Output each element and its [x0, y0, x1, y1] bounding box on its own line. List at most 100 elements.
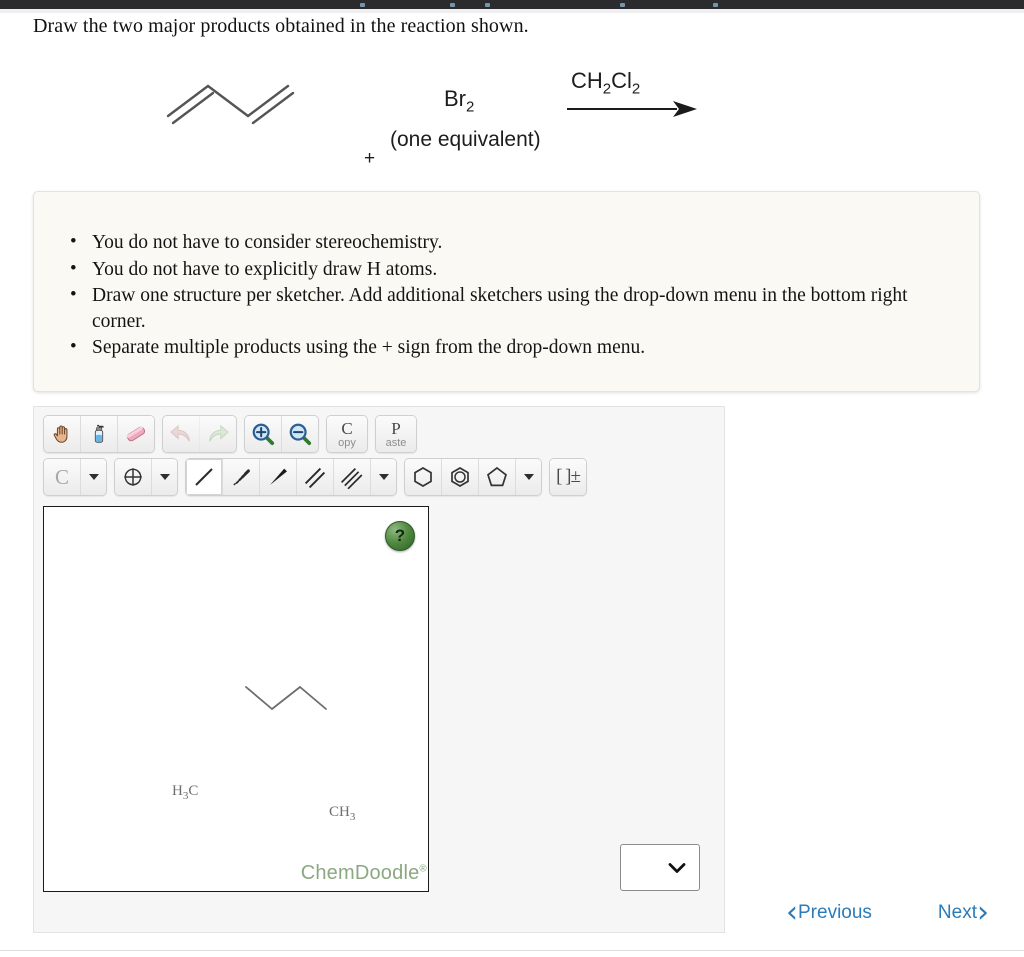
toolbar-group-pan-erase — [43, 415, 155, 453]
sketcher-mode-select[interactable] — [620, 844, 700, 891]
equivalents-note: (one equivalent) — [390, 128, 541, 151]
zoom-in-icon — [252, 423, 275, 446]
toolbar-group-zoom — [244, 415, 319, 453]
instructions-callout: You do not have to consider stereochemis… — [33, 191, 980, 392]
zoom-out-icon — [289, 423, 312, 446]
paste-button-initial: P — [391, 418, 401, 438]
solvent-label: CH2Cl2 — [571, 68, 640, 97]
single-bond-button[interactable] — [186, 459, 223, 495]
undo-button[interactable] — [163, 416, 200, 452]
previous-button[interactable]: Previous — [798, 902, 872, 924]
help-button[interactable]: ? — [385, 521, 415, 551]
toolbar-group-atom: C — [43, 458, 107, 496]
copy-button-label: opy — [338, 436, 356, 449]
triple-bond-icon — [340, 467, 363, 489]
plus-circle-icon — [124, 468, 142, 486]
chemdoodle-sketcher-panel: C opy P aste C []± ? H3C CH3 ChemDoodle… — [33, 406, 725, 933]
atom-label-text: C — [54, 464, 69, 489]
eraser-icon — [126, 426, 146, 442]
atom-label-button[interactable]: C — [44, 459, 81, 495]
redo-icon — [209, 424, 229, 442]
zoom-out-button[interactable] — [282, 416, 318, 452]
paste-button-label: aste — [385, 436, 407, 449]
solvent-part1: CH — [571, 68, 603, 93]
drawn-butane-bonds — [245, 686, 327, 710]
cyclohexane-ring-icon — [414, 467, 432, 487]
toolbar-group-undo-redo — [162, 415, 237, 453]
browser-tab-indicator — [360, 3, 365, 7]
chemdoodle-watermark: ChemDoodle® — [301, 862, 427, 885]
solvent-sub2: 2 — [631, 80, 641, 98]
chevron-down-icon — [523, 474, 534, 480]
solid-wedge-bond-icon — [270, 468, 287, 485]
clear-bottle-icon — [94, 424, 104, 443]
page-bottom-divider — [0, 950, 1024, 951]
add-atom-dropdown-button[interactable] — [152, 459, 177, 495]
paste-button[interactable]: P aste — [376, 416, 416, 452]
previous-chevron-icon[interactable]: ‹ — [786, 898, 798, 928]
instruction-item: You do not have to consider stereochemis… — [70, 229, 952, 256]
solvent-sub1: 2 — [602, 80, 612, 98]
cyclopentane-ring-icon — [487, 466, 507, 487]
reaction-arrow-icon — [567, 101, 697, 117]
charge-bracket-label: [ ]± — [556, 466, 581, 487]
bond-dropdown-button[interactable] — [371, 459, 396, 495]
triple-bond-button[interactable] — [334, 459, 371, 495]
chevron-down-icon — [159, 474, 170, 480]
browser-tab-indicator — [620, 3, 625, 7]
butane-left-h: H — [172, 783, 183, 799]
browser-tab-indicator — [713, 3, 718, 7]
pan-hand-button[interactable] — [44, 416, 81, 452]
toolbar-group-charge — [114, 458, 178, 496]
sketcher-toolbar-row-1: C opy P aste — [43, 415, 424, 453]
chevron-down-icon — [378, 474, 389, 480]
sketcher-canvas[interactable]: ? H3C CH3 ChemDoodle® — [43, 506, 429, 892]
redo-button[interactable] — [200, 416, 236, 452]
benzene-ring-button[interactable] — [442, 459, 479, 495]
undo-icon — [170, 424, 190, 442]
clear-canvas-button[interactable] — [81, 416, 118, 452]
next-chevron-icon[interactable]: › — [977, 898, 989, 928]
cyclopentane-ring-button[interactable] — [479, 459, 516, 495]
instruction-item: Separate multiple products using the + s… — [70, 334, 952, 361]
hashed-wedge-bond-icon — [233, 469, 250, 486]
reagent-label: Br2 — [444, 86, 474, 115]
instruction-item: Draw one structure per sketcher. Add add… — [70, 282, 952, 334]
atom-dropdown-button[interactable] — [81, 459, 106, 495]
solid-wedge-bond-button[interactable] — [260, 459, 297, 495]
cyclohexane-ring-button[interactable] — [405, 459, 442, 495]
toolbar-group-charge-tool: [ ]± — [549, 458, 587, 496]
double-bond-button[interactable] — [297, 459, 334, 495]
copy-button[interactable]: C opy — [327, 416, 367, 452]
add-atom-button[interactable] — [115, 459, 152, 495]
ring-dropdown-button[interactable] — [516, 459, 541, 495]
butane-right-label: CH3 — [329, 804, 355, 823]
next-button[interactable]: Next — [938, 902, 977, 924]
reagent-subscript: 2 — [466, 98, 475, 116]
hashed-wedge-bond-button[interactable] — [223, 459, 260, 495]
toolbar-group-rings — [404, 458, 542, 496]
sketcher-toolbar-row-2: C []± — [43, 458, 594, 496]
toolbar-group-paste: P aste — [375, 415, 417, 453]
butane-right-ch: CH — [329, 804, 350, 820]
chevron-down-icon — [88, 474, 99, 480]
charge-bracket-button[interactable]: [ ]± — [550, 459, 586, 495]
butane-right-sub: 3 — [349, 811, 356, 823]
butane-left-label: H3C — [172, 783, 198, 802]
single-bond-icon — [195, 468, 213, 486]
reaction-plus-sign: + — [364, 148, 376, 169]
butadiene-structure-icon — [166, 84, 295, 125]
reaction-scheme: + Br2 (one equivalent) CH2Cl2 — [0, 60, 1024, 170]
butane-left-c: C — [188, 783, 199, 799]
instruction-item: You do not have to explicitly draw H ato… — [70, 256, 952, 283]
page-navigation: ‹ Previous Next › — [786, 898, 989, 928]
benzene-ring-icon — [451, 467, 469, 487]
solvent-part2: Cl — [611, 68, 632, 93]
reagent-symbol: Br — [444, 86, 466, 111]
question-prompt: Draw the two major products obtained in … — [33, 15, 529, 37]
toolbar-group-bonds — [185, 458, 397, 496]
instructions-list: You do not have to consider stereochemis… — [34, 192, 979, 361]
browser-chrome-bar — [0, 0, 1024, 9]
zoom-in-button[interactable] — [245, 416, 282, 452]
eraser-button[interactable] — [118, 416, 154, 452]
